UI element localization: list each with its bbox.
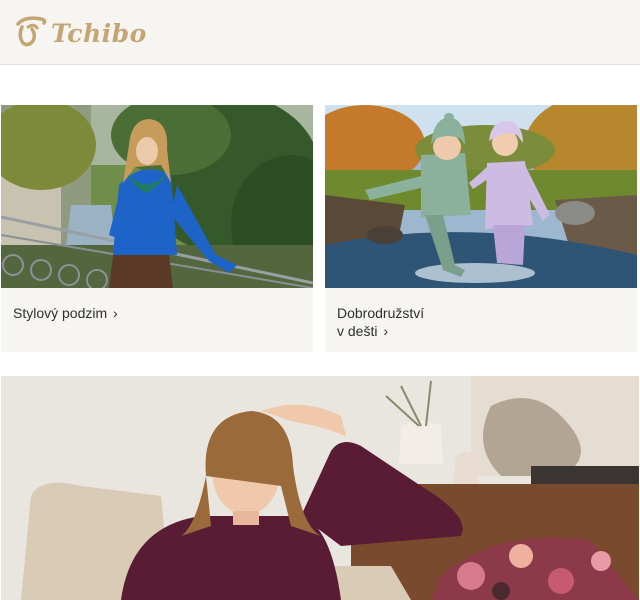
hero-banner[interactable]	[1, 376, 639, 600]
tchibo-logo-link[interactable]: Tchibo	[15, 14, 147, 53]
promo-card-autumn-style[interactable]: Stylový podzim ›	[1, 105, 313, 352]
hero-photo	[1, 376, 639, 600]
rain-adventure-photo	[325, 105, 637, 288]
autumn-style-label: Stylový podzim ›	[13, 305, 118, 321]
site-header: Tchibo	[0, 0, 640, 65]
chevron-right-icon: ›	[113, 305, 118, 321]
chevron-right-icon: ›	[383, 323, 389, 339]
promo-card-rain-adventure[interactable]: Dobrodružství v dešti ›	[325, 105, 637, 352]
autumn-style-photo	[1, 105, 313, 288]
tchibo-cup-logo-icon	[15, 14, 49, 53]
brand-wordmark: Tchibo	[51, 19, 147, 48]
rain-adventure-label: Dobrodružství v dešti ›	[337, 305, 425, 339]
